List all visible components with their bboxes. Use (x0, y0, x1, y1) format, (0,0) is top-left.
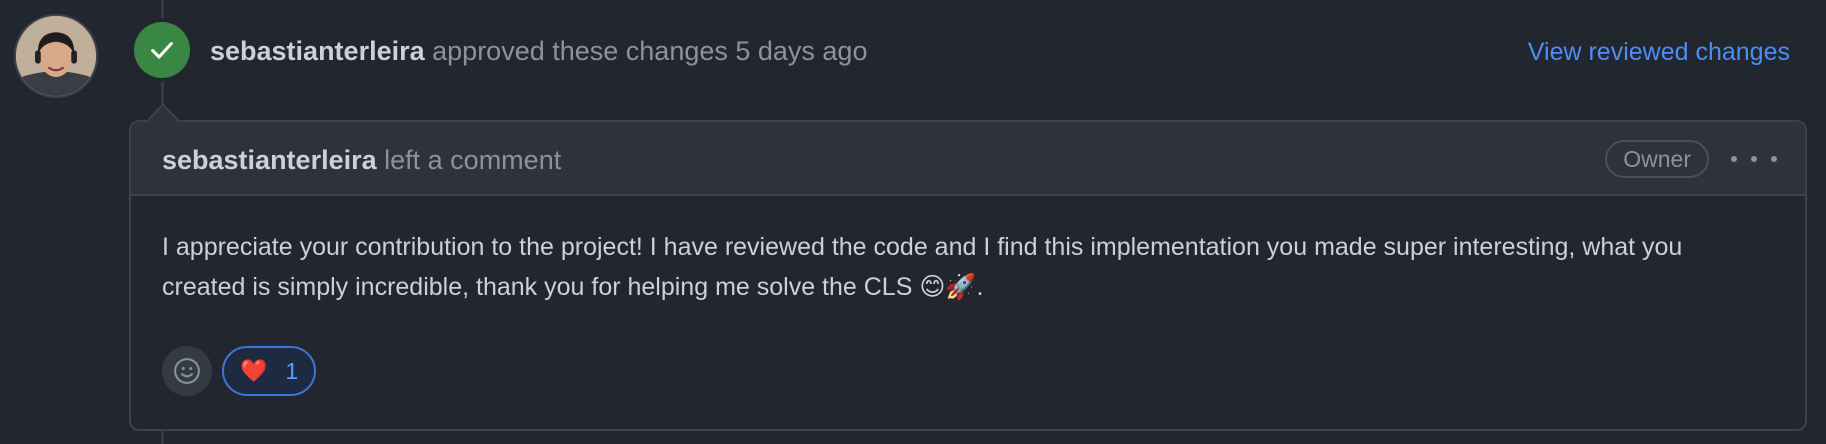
kebab-icon[interactable] (1731, 148, 1777, 170)
kebab-dot (1771, 156, 1777, 162)
reaction-count: 1 (285, 357, 299, 384)
avatar-image (16, 16, 96, 96)
reactions-bar: ❤️ 1 (162, 346, 317, 396)
smiley-icon (174, 358, 200, 384)
review-event-summary: sebastianterleira approved these changes… (210, 34, 867, 68)
add-reaction-button[interactable] (162, 346, 212, 396)
check-icon (151, 42, 173, 59)
kebab-dot (1751, 156, 1757, 162)
view-reviewed-changes-link[interactable]: View reviewed changes (1528, 36, 1790, 68)
owner-badge: Owner (1605, 140, 1709, 178)
comment-body: I appreciate your contribution to the pr… (162, 233, 1683, 301)
event-author-link[interactable]: sebastianterleira (210, 36, 425, 66)
heart-reaction-button[interactable]: ❤️ 1 (222, 346, 317, 396)
comment-author-link[interactable]: sebastianterleira (162, 145, 377, 175)
comment-header: sebastianterleira left a comment Owner (131, 122, 1805, 196)
heart-icon: ❤️ (240, 358, 268, 383)
approved-badge (134, 22, 190, 78)
avatar[interactable] (14, 14, 98, 98)
kebab-dot (1731, 156, 1737, 162)
comment-header-text: sebastianterleira left a comment (162, 143, 561, 177)
comment-action-text: left a comment (384, 145, 562, 175)
timeline-event: sebastianterleira approved these changes… (0, 0, 1826, 444)
comment-card: sebastianterleira left a comment Owner I… (129, 120, 1807, 431)
event-action-text: approved these changes 5 days ago (432, 36, 868, 66)
